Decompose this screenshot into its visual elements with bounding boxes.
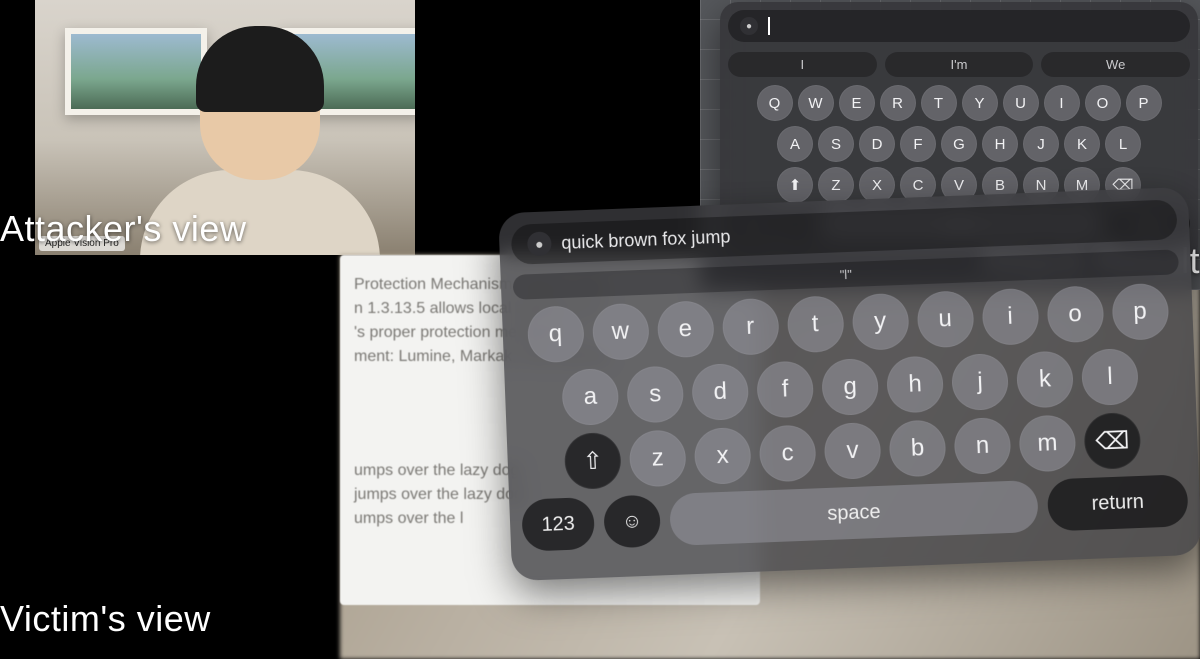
- key-a[interactable]: A: [777, 126, 813, 162]
- key-z[interactable]: Z: [818, 167, 854, 203]
- shift-key[interactable]: ⬆: [777, 167, 813, 203]
- key-f[interactable]: f: [756, 360, 814, 418]
- key-w[interactable]: W: [798, 85, 834, 121]
- key-k[interactable]: k: [1016, 350, 1074, 408]
- key-r[interactable]: R: [880, 85, 916, 121]
- key-z[interactable]: z: [629, 429, 687, 487]
- key-n[interactable]: n: [953, 417, 1011, 475]
- key-j[interactable]: j: [951, 353, 1009, 411]
- attacker-view-label: Attacker's view: [0, 208, 246, 250]
- key-s[interactable]: S: [818, 126, 854, 162]
- key-e[interactable]: E: [839, 85, 875, 121]
- key-d[interactable]: d: [691, 363, 749, 421]
- suggestion-row: I I'm We: [728, 52, 1190, 77]
- key-t[interactable]: T: [921, 85, 957, 121]
- suggestion[interactable]: I: [728, 52, 877, 77]
- return-key[interactable]: return: [1047, 474, 1189, 531]
- key-i[interactable]: I: [1044, 85, 1080, 121]
- key-k[interactable]: K: [1064, 126, 1100, 162]
- key-i[interactable]: i: [981, 288, 1039, 346]
- key-f[interactable]: F: [900, 126, 936, 162]
- key-x[interactable]: x: [694, 427, 752, 485]
- composite-screenshot: Apple Vision Pro Attacker's view Protect…: [0, 0, 1200, 659]
- key-e[interactable]: e: [656, 300, 714, 358]
- key-y[interactable]: Y: [962, 85, 998, 121]
- mic-icon[interactable]: ●: [740, 17, 758, 35]
- key-s[interactable]: s: [626, 365, 684, 423]
- key-g[interactable]: g: [821, 358, 879, 416]
- key-c[interactable]: c: [759, 424, 817, 482]
- key-v[interactable]: v: [824, 422, 882, 480]
- backspace-key[interactable]: ⌫: [1083, 412, 1141, 470]
- emoji-key[interactable]: ☺: [603, 494, 661, 548]
- key-j[interactable]: J: [1023, 126, 1059, 162]
- suggestion[interactable]: I'm: [885, 52, 1034, 77]
- key-o[interactable]: O: [1085, 85, 1121, 121]
- key-q[interactable]: Q: [757, 85, 793, 121]
- key-u[interactable]: u: [916, 290, 974, 348]
- key-o[interactable]: o: [1046, 285, 1104, 343]
- key-h[interactable]: h: [886, 355, 944, 413]
- key-g[interactable]: G: [941, 126, 977, 162]
- suggestion[interactable]: We: [1041, 52, 1190, 77]
- shift-key[interactable]: ⇧: [564, 432, 622, 490]
- key-b[interactable]: b: [888, 419, 946, 477]
- key-q[interactable]: q: [526, 305, 584, 363]
- key-u[interactable]: U: [1003, 85, 1039, 121]
- key-p[interactable]: P: [1126, 85, 1162, 121]
- key-p[interactable]: p: [1111, 283, 1169, 341]
- victim-virtual-keyboard: ● quick brown fox jump "l" qwertyuiopasd…: [498, 187, 1200, 581]
- key-h[interactable]: H: [982, 126, 1018, 162]
- key-l[interactable]: L: [1105, 126, 1141, 162]
- key-w[interactable]: w: [591, 303, 649, 361]
- victim-view-label: Victim's view: [0, 598, 211, 640]
- key-m[interactable]: m: [1018, 414, 1076, 472]
- mic-icon[interactable]: ●: [527, 231, 552, 256]
- key-d[interactable]: D: [859, 126, 895, 162]
- space-key[interactable]: space: [669, 480, 1039, 546]
- key-l[interactable]: l: [1081, 348, 1139, 406]
- keyboard-input-bar[interactable]: ●: [728, 10, 1190, 42]
- key-a[interactable]: a: [561, 368, 619, 426]
- keyboard-input-text: quick brown fox jump: [561, 226, 731, 253]
- key-t[interactable]: t: [786, 295, 844, 353]
- text-caret: [768, 17, 770, 35]
- key-y[interactable]: y: [851, 293, 909, 351]
- numeric-key[interactable]: 123: [521, 497, 595, 552]
- key-r[interactable]: r: [721, 298, 779, 356]
